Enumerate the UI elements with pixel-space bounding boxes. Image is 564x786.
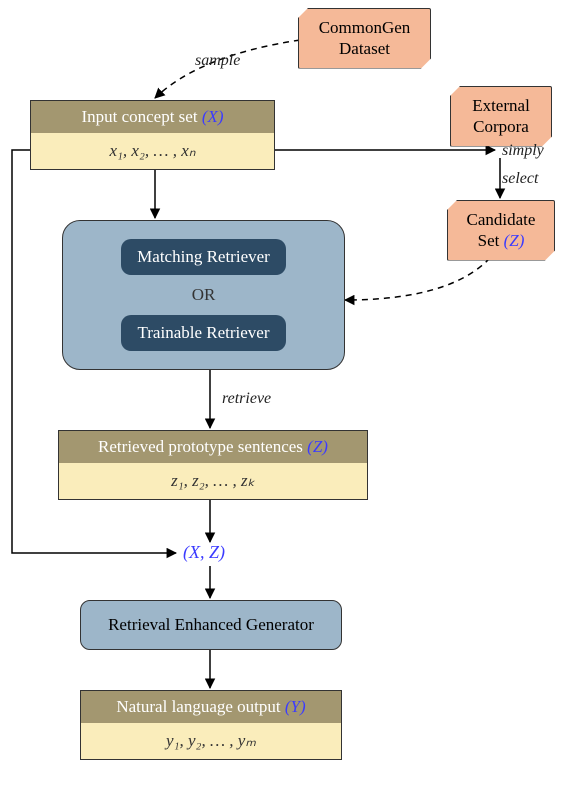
commongen-line1: CommonGen <box>311 17 418 38</box>
edge-label-sample: sample <box>195 52 240 70</box>
input-concept-header: Input concept set (X) <box>31 101 274 133</box>
edge-label-retrieve: retrieve <box>222 390 271 408</box>
external-line1: External <box>463 95 539 116</box>
generator-box: Retrieval Enhanced Generator <box>80 600 342 650</box>
retrieved-body: z₁, z₂, … , zₖ <box>59 463 367 499</box>
edge-label-simply: simply <box>502 142 544 160</box>
external-line2: Corpora <box>463 116 539 137</box>
trainable-retriever: Trainable Retriever <box>121 315 285 351</box>
external-corpora-box: External Corpora <box>450 86 552 147</box>
output-body: y₁, y₂, … , yₘ <box>81 723 341 759</box>
commongen-line2: Dataset <box>311 38 418 59</box>
edge-label-select: select <box>502 170 538 188</box>
output-box: Natural language output (Y) y₁, y₂, … , … <box>80 690 342 760</box>
xz-tuple-label: (X, Z) <box>183 542 225 563</box>
retriever-group: Matching Retriever OR Trainable Retrieve… <box>62 220 345 370</box>
candidate-set-box: Candidate Set (Z) <box>447 200 555 261</box>
candidate-line1: Candidate <box>460 209 542 230</box>
retrieved-box: Retrieved prototype sentences (Z) z₁, z₂… <box>58 430 368 500</box>
input-concept-box: Input concept set (X) x₁, x₂, … , xₙ <box>30 100 275 170</box>
commongen-box: CommonGen Dataset <box>298 8 431 69</box>
candidate-line2: Set (Z) <box>460 230 542 251</box>
retriever-or: OR <box>87 285 320 305</box>
matching-retriever: Matching Retriever <box>121 239 286 275</box>
output-header: Natural language output (Y) <box>81 691 341 723</box>
input-concept-body: x₁, x₂, … , xₙ <box>31 133 274 169</box>
retrieved-header: Retrieved prototype sentences (Z) <box>59 431 367 463</box>
